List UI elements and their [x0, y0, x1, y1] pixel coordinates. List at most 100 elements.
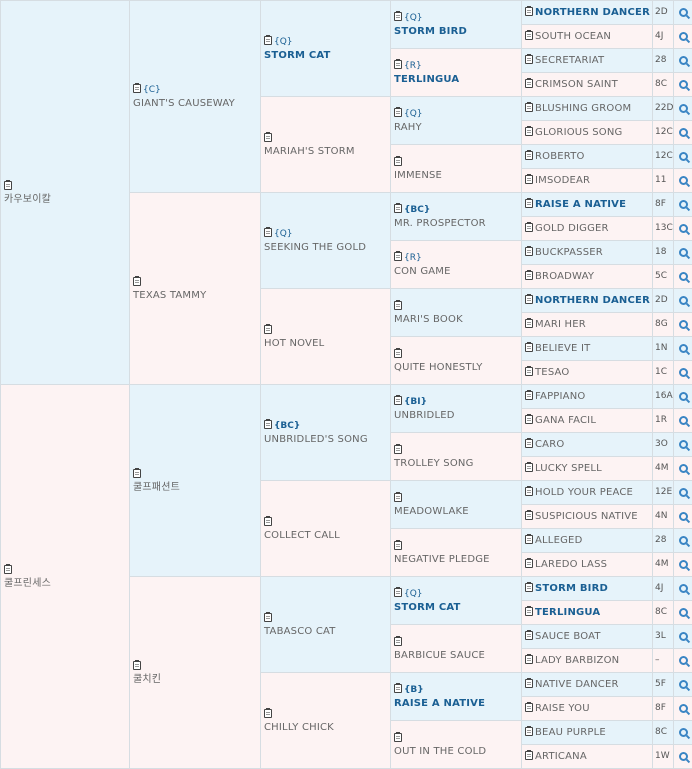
clipboard-icon[interactable]: [525, 559, 533, 568]
search-button[interactable]: [674, 313, 692, 337]
horse-name-link[interactable]: UNBRIDLED'S SONG: [264, 433, 390, 446]
clipboard-icon[interactable]: [394, 157, 402, 166]
horse-name-link[interactable]: STORM BIRD: [535, 583, 608, 594]
clipboard-icon[interactable]: [525, 679, 533, 688]
horse-name-link[interactable]: STORM BIRD: [394, 25, 521, 38]
search-button[interactable]: [674, 577, 692, 601]
clipboard-icon[interactable]: [525, 79, 533, 88]
clipboard-icon[interactable]: [394, 396, 402, 405]
horse-name-link[interactable]: RAISE A NATIVE: [394, 697, 521, 710]
horse-name-link[interactable]: 쿨프린세스: [4, 577, 129, 590]
clipboard-icon[interactable]: [394, 108, 402, 117]
clipboard-icon[interactable]: [525, 271, 533, 280]
horse-name-link[interactable]: UNBRIDLED: [394, 409, 521, 422]
clipboard-icon[interactable]: [264, 228, 272, 237]
clipboard-icon[interactable]: [525, 367, 533, 376]
search-button[interactable]: [674, 529, 692, 553]
horse-name-link[interactable]: BARBICUE SAUCE: [394, 649, 521, 662]
clipboard-icon[interactable]: [525, 631, 533, 640]
horse-name-link[interactable]: QUITE HONESTLY: [394, 361, 521, 374]
clipboard-icon[interactable]: [525, 607, 533, 616]
horse-name-link[interactable]: LUCKY SPELL: [535, 463, 602, 474]
search-button[interactable]: [674, 145, 692, 169]
horse-name-link[interactable]: MEADOWLAKE: [394, 505, 521, 518]
clipboard-icon[interactable]: [525, 247, 533, 256]
clipboard-icon[interactable]: [525, 55, 533, 64]
clipboard-icon[interactable]: [525, 415, 533, 424]
search-button[interactable]: [674, 1, 692, 25]
horse-name-link[interactable]: MARIAH'S STORM: [264, 145, 390, 158]
search-button[interactable]: [674, 745, 692, 769]
horse-name-link[interactable]: TERLINGUA: [535, 607, 600, 618]
horse-name-link[interactable]: STORM CAT: [264, 49, 390, 62]
search-button[interactable]: [674, 169, 692, 193]
clipboard-icon[interactable]: [394, 204, 402, 213]
search-button[interactable]: [674, 697, 692, 721]
clipboard-icon[interactable]: [133, 84, 141, 93]
horse-name-link[interactable]: FAPPIANO: [535, 391, 585, 402]
clipboard-icon[interactable]: [525, 295, 533, 304]
horse-name-link[interactable]: RAHY: [394, 121, 521, 134]
clipboard-icon[interactable]: [394, 349, 402, 358]
search-button[interactable]: [674, 193, 692, 217]
clipboard-icon[interactable]: [525, 463, 533, 472]
clipboard-icon[interactable]: [4, 181, 12, 190]
clipboard-icon[interactable]: [525, 199, 533, 208]
search-button[interactable]: [674, 505, 692, 529]
horse-name-link[interactable]: SUSPICIOUS NATIVE: [535, 511, 638, 522]
clipboard-icon[interactable]: [264, 133, 272, 142]
search-button[interactable]: [674, 625, 692, 649]
horse-name-link[interactable]: CHILLY CHICK: [264, 721, 390, 734]
clipboard-icon[interactable]: [264, 709, 272, 718]
horse-name-link[interactable]: COLLECT CALL: [264, 529, 390, 542]
horse-name-link[interactable]: BUCKPASSER: [535, 247, 603, 258]
search-button[interactable]: [674, 361, 692, 385]
clipboard-icon[interactable]: [525, 151, 533, 160]
search-button[interactable]: [674, 721, 692, 745]
search-button[interactable]: [674, 409, 692, 433]
search-button[interactable]: [674, 433, 692, 457]
search-button[interactable]: [674, 337, 692, 361]
clipboard-icon[interactable]: [4, 565, 12, 574]
search-button[interactable]: [674, 97, 692, 121]
horse-name-link[interactable]: STORM CAT: [394, 601, 521, 614]
clipboard-icon[interactable]: [264, 613, 272, 622]
horse-name-link[interactable]: MR. PROSPECTOR: [394, 217, 521, 230]
horse-name-link[interactable]: BEAU PURPLE: [535, 727, 606, 738]
horse-name-link[interactable]: NORTHERN DANCER: [535, 295, 650, 306]
horse-name-link[interactable]: BELIEVE IT: [535, 343, 590, 354]
horse-name-link[interactable]: GOLD DIGGER: [535, 223, 609, 234]
clipboard-icon[interactable]: [394, 684, 402, 693]
clipboard-icon[interactable]: [525, 7, 533, 16]
search-button[interactable]: [674, 385, 692, 409]
clipboard-icon[interactable]: [394, 588, 402, 597]
horse-name-link[interactable]: CRIMSON SAINT: [535, 79, 618, 90]
search-button[interactable]: [674, 601, 692, 625]
horse-name-link[interactable]: GLORIOUS SONG: [535, 127, 623, 138]
search-button[interactable]: [674, 481, 692, 505]
clipboard-icon[interactable]: [394, 60, 402, 69]
search-button[interactable]: [674, 241, 692, 265]
clipboard-icon[interactable]: [525, 319, 533, 328]
clipboard-icon[interactable]: [525, 439, 533, 448]
horse-name-link[interactable]: ARTICANA: [535, 751, 587, 762]
search-button[interactable]: [674, 121, 692, 145]
horse-name-link[interactable]: TERLINGUA: [394, 73, 521, 86]
horse-name-link[interactable]: HOT NOVEL: [264, 337, 390, 350]
search-button[interactable]: [674, 673, 692, 697]
search-button[interactable]: [674, 649, 692, 673]
clipboard-icon[interactable]: [394, 12, 402, 21]
search-button[interactable]: [674, 73, 692, 97]
horse-name-link[interactable]: TROLLEY SONG: [394, 457, 521, 470]
horse-name-link[interactable]: RAISE A NATIVE: [535, 199, 626, 210]
clipboard-icon[interactable]: [264, 325, 272, 334]
clipboard-icon[interactable]: [525, 343, 533, 352]
clipboard-icon[interactable]: [525, 391, 533, 400]
horse-name-link[interactable]: SAUCE BOAT: [535, 631, 601, 642]
clipboard-icon[interactable]: [525, 511, 533, 520]
clipboard-icon[interactable]: [525, 583, 533, 592]
horse-name-link[interactable]: NATIVE DANCER: [535, 679, 619, 690]
clipboard-icon[interactable]: [525, 703, 533, 712]
horse-name-link[interactable]: LAREDO LASS: [535, 559, 607, 570]
search-button[interactable]: [674, 49, 692, 73]
